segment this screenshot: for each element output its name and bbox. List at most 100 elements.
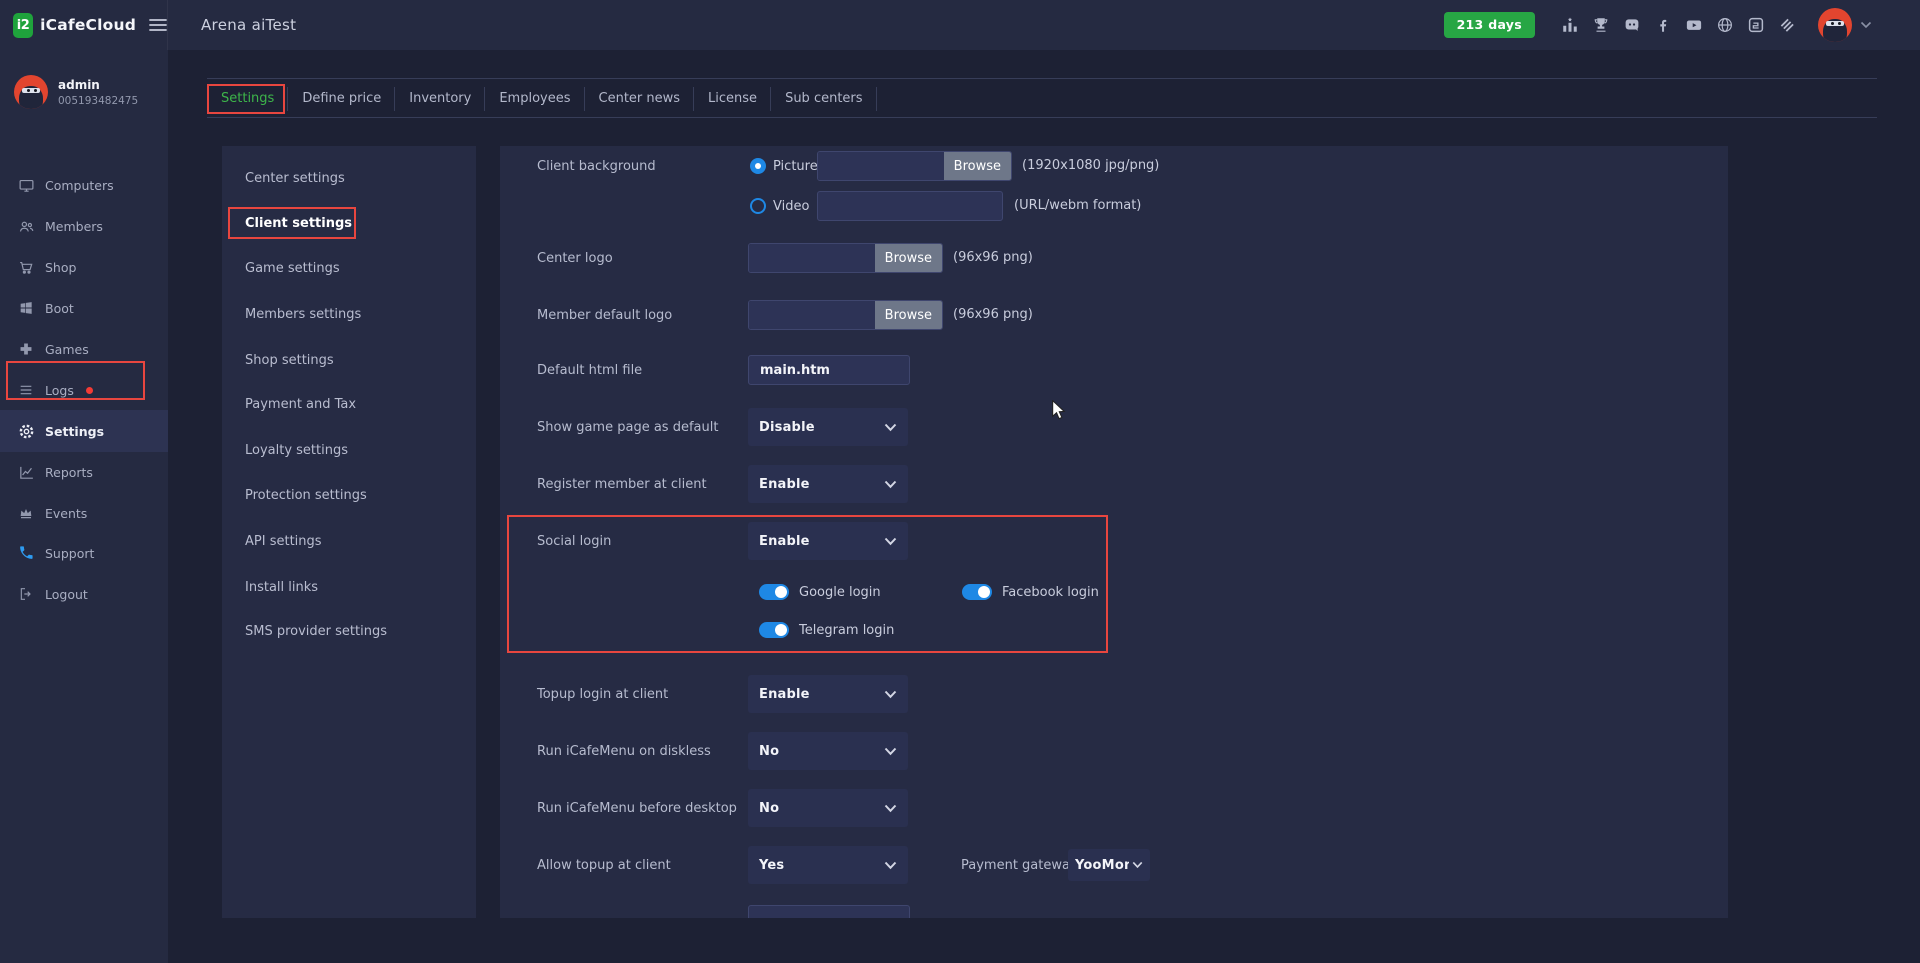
sidebar-item-label: Logout [45, 587, 88, 602]
chevron-down-icon [884, 747, 897, 756]
allow-topup-select[interactable]: Yes [748, 846, 908, 884]
nav-members-settings[interactable]: Members settings [245, 307, 361, 322]
tab-center-news[interactable]: Center news [585, 79, 695, 117]
google-login-toggle[interactable] [759, 584, 789, 600]
sidebar-item-games[interactable]: Games [0, 329, 168, 370]
social-login-label: Social login [537, 534, 611, 549]
tab-license[interactable]: License [694, 79, 771, 117]
nav-payment-and-tax[interactable]: Payment and Tax [245, 397, 356, 412]
sidebar-avatar[interactable] [14, 75, 48, 109]
tab-define-price[interactable]: Define price [288, 79, 395, 117]
next-setting-input-partial[interactable] [748, 905, 910, 918]
payment-gateway-select[interactable]: YooMoney [1068, 849, 1150, 881]
tab-inventory[interactable]: Inventory [395, 79, 485, 117]
sidebar-item-events[interactable]: Events [0, 493, 168, 534]
facebook-icon[interactable] [1654, 16, 1672, 34]
sidebar-item-label: Reports [45, 465, 93, 480]
users-icon [18, 218, 35, 235]
icafemenu-desktop-select[interactable]: No [748, 789, 908, 827]
show-game-page-select[interactable]: Disable [748, 408, 908, 446]
sidebar-item-label: Logs [45, 383, 74, 398]
sidebar-item-settings[interactable]: Settings [0, 410, 168, 452]
nav-protection-settings[interactable]: Protection settings [245, 488, 367, 503]
member-logo-browse-button[interactable]: Browse [875, 301, 942, 329]
video-radio-label: Video [773, 199, 809, 214]
picture-radio[interactable] [750, 158, 766, 174]
nav-api-settings[interactable]: API settings [245, 534, 322, 549]
logout-icon [18, 586, 35, 603]
sidebar-item-shop[interactable]: Shop [0, 247, 168, 288]
select-value: Enable [759, 477, 810, 492]
video-radio[interactable] [750, 198, 766, 214]
license-days-badge[interactable]: 213 days [1444, 12, 1535, 38]
select-value: YooMoney [1075, 858, 1129, 873]
discord-icon[interactable] [1623, 16, 1641, 34]
ranking-icon[interactable] [1561, 16, 1579, 34]
select-value: No [759, 801, 779, 816]
center-logo-group: Browse [748, 243, 943, 273]
sidebar-item-logs[interactable]: Logs [0, 370, 168, 411]
icafemenu-desktop-label: Run iCafeMenu before desktop [537, 801, 737, 816]
icafecloud-icon[interactable] [1747, 16, 1765, 34]
globe-icon[interactable] [1716, 16, 1734, 34]
list-icon [18, 382, 35, 399]
nav-sms-provider-settings[interactable]: SMS provider settings [245, 624, 387, 639]
register-member-select[interactable]: Enable [748, 465, 908, 503]
user-id: 005193482475 [58, 95, 138, 107]
layers-icon[interactable] [1778, 16, 1796, 34]
windows-icon [18, 300, 35, 317]
chevron-down-icon [884, 861, 897, 870]
settings-nav-panel: Center settings Client settings Game set… [222, 146, 476, 918]
sidebar-item-reports[interactable]: Reports [0, 452, 168, 493]
nav-shop-settings[interactable]: Shop settings [245, 353, 334, 368]
nav-game-settings[interactable]: Game settings [245, 261, 340, 276]
tab-label: Inventory [409, 91, 471, 106]
chevron-down-icon [884, 804, 897, 813]
picture-file-input[interactable] [818, 152, 944, 180]
center-logo-browse-button[interactable]: Browse [875, 244, 942, 272]
chevron-down-icon [884, 537, 897, 546]
sidebar-item-boot[interactable]: Boot [0, 288, 168, 329]
hamburger-menu-icon[interactable] [149, 18, 167, 32]
icafemenu-diskless-select[interactable]: No [748, 732, 908, 770]
nav-center-settings[interactable]: Center settings [245, 171, 345, 186]
sidebar-item-label: Events [45, 506, 87, 521]
picture-browse-button[interactable]: Browse [944, 152, 1011, 180]
picture-hint: (1920x1080 jpg/png) [1022, 158, 1159, 173]
nav-install-links[interactable]: Install links [245, 580, 318, 595]
nav-loyalty-settings[interactable]: Loyalty settings [245, 443, 348, 458]
select-value: Yes [759, 858, 784, 873]
topup-login-select[interactable]: Enable [748, 675, 908, 713]
default-html-input[interactable]: main.htm [748, 355, 910, 385]
tab-sub-centers[interactable]: Sub centers [771, 79, 876, 117]
client-background-label: Client background [537, 159, 656, 174]
app-logo[interactable]: i2 iCafeCloud [0, 0, 168, 50]
sidebar-item-computers[interactable]: Computers [0, 165, 168, 206]
sidebar-item-members[interactable]: Members [0, 206, 168, 247]
google-login-label: Google login [799, 585, 881, 600]
select-value: Enable [759, 534, 810, 549]
telegram-login-toggle[interactable] [759, 622, 789, 638]
nav-client-settings[interactable]: Client settings [245, 216, 352, 231]
sidebar-item-label: Settings [45, 424, 104, 439]
monitor-icon [18, 177, 35, 194]
youtube-icon[interactable] [1685, 16, 1703, 34]
tab-settings[interactable]: Settings [207, 79, 288, 117]
member-logo-file-input[interactable] [749, 301, 875, 329]
user-avatar[interactable] [1818, 8, 1852, 42]
social-login-select[interactable]: Enable [748, 522, 908, 560]
facebook-login-toggle[interactable] [962, 584, 992, 600]
member-logo-group: Browse [748, 300, 943, 330]
chevron-down-icon [1132, 861, 1143, 869]
tab-employees[interactable]: Employees [485, 79, 584, 117]
trophy-icon[interactable] [1592, 16, 1610, 34]
sidebar-item-support[interactable]: Support [0, 533, 168, 574]
topup-login-label: Topup login at client [537, 687, 668, 702]
tab-label: Define price [302, 91, 381, 106]
center-logo-file-input[interactable] [749, 244, 875, 272]
video-url-input[interactable] [817, 191, 1003, 221]
sidebar-item-logout[interactable]: Logout [0, 574, 168, 615]
allow-topup-label: Allow topup at client [537, 858, 671, 873]
center-logo-hint: (96x96 png) [953, 250, 1033, 265]
chevron-down-icon[interactable] [1860, 21, 1872, 29]
